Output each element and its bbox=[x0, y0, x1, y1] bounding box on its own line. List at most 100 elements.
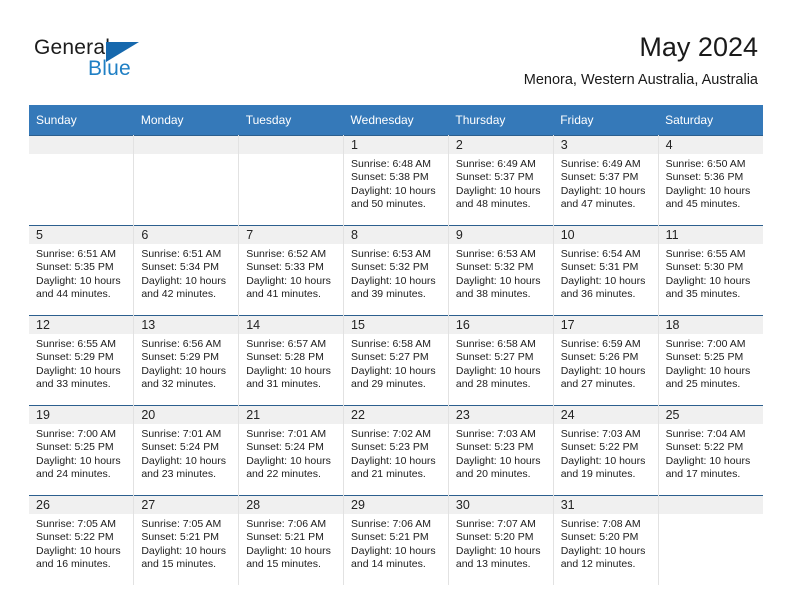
daylight-duration-line2: and 47 minutes. bbox=[560, 198, 636, 211]
day-details: Sunrise: 6:51 AM Sunset: 5:34 PM Daylight:… bbox=[134, 244, 238, 302]
calendar-day-cell[interactable]: 29 Sunrise: 7:06 AM Sunset: 5:21 PM Dayligh… bbox=[343, 495, 449, 585]
day-number: 19 bbox=[29, 406, 134, 424]
calendar-day-cell[interactable]: 25 Sunrise: 7:04 AM Sunset: 5:22 PM Dayligh… bbox=[658, 405, 763, 496]
sunrise-time: Sunrise: 6:53 AM bbox=[455, 248, 536, 260]
day-cell-inner: 24 Sunrise: 7:03 AM Sunset: 5:22 PM Dayligh… bbox=[553, 406, 658, 495]
day-details: Sunrise: 6:55 AM Sunset: 5:29 PM Daylight:… bbox=[29, 334, 133, 392]
calendar-day-cell[interactable]: 9 Sunrise: 6:53 AM Sunset: 5:32 PM Daylight… bbox=[448, 225, 554, 316]
calendar-day-cell[interactable]: 8 Sunrise: 6:53 AM Sunset: 5:32 PM Daylight… bbox=[343, 225, 449, 316]
calendar-empty-cell bbox=[133, 135, 240, 226]
day-cell-inner: 30 Sunrise: 7:07 AM Sunset: 5:20 PM Dayligh… bbox=[448, 496, 553, 585]
day-cell-inner: 28 Sunrise: 7:06 AM Sunset: 5:21 PM Dayligh… bbox=[239, 496, 344, 585]
sunset-time: Sunset: 5:21 PM bbox=[351, 531, 429, 544]
calendar-day-cell[interactable]: 19 Sunrise: 7:00 AM Sunset: 5:25 PM Dayligh… bbox=[29, 405, 135, 496]
day-number: 13 bbox=[134, 316, 239, 334]
calendar-day-cell[interactable]: 1 Sunrise: 6:48 AM Sunset: 5:38 PM Daylight… bbox=[343, 135, 449, 226]
sunrise-time: Sunrise: 6:52 AM bbox=[246, 248, 327, 260]
sunrise-time: Sunrise: 6:49 AM bbox=[455, 158, 536, 170]
daylight-duration-line2: and 33 minutes. bbox=[36, 378, 111, 391]
daylight-duration-line1: Daylight: 10 hours bbox=[665, 274, 751, 287]
calendar-day-cell[interactable]: 22 Sunrise: 7:02 AM Sunset: 5:23 PM Dayligh… bbox=[343, 405, 449, 496]
calendar-day-cell[interactable]: 27 Sunrise: 7:05 AM Sunset: 5:21 PM Dayligh… bbox=[133, 495, 240, 585]
calendar-day-cell[interactable]: 4 Sunrise: 6:50 AM Sunset: 5:36 PM Daylight… bbox=[658, 135, 763, 226]
sunrise-time: Sunrise: 7:08 AM bbox=[560, 518, 641, 530]
calendar-day-cell[interactable]: 3 Sunrise: 6:49 AM Sunset: 5:37 PM Daylight… bbox=[553, 135, 659, 226]
day-cell-inner bbox=[29, 136, 134, 225]
day-details: Sunrise: 6:59 AM Sunset: 5:26 PM Daylight:… bbox=[554, 334, 658, 392]
daylight-duration-line1: Daylight: 10 hours bbox=[455, 544, 541, 557]
day-details: Sunrise: 6:55 AM Sunset: 5:30 PM Daylight:… bbox=[659, 244, 763, 302]
calendar-day-cell[interactable]: 23 Sunrise: 7:03 AM Sunset: 5:23 PM Dayligh… bbox=[448, 405, 554, 496]
daylight-duration-line2: and 36 minutes. bbox=[560, 288, 636, 301]
calendar-day-cell[interactable]: 17 Sunrise: 6:59 AM Sunset: 5:26 PM Dayligh… bbox=[553, 315, 659, 406]
sunset-time: Sunset: 5:32 PM bbox=[455, 261, 534, 274]
sunrise-time: Sunrise: 6:53 AM bbox=[351, 248, 431, 260]
page-subtitle: Menora, Western Australia, Australia bbox=[523, 72, 758, 88]
day-cell-inner: 31 Sunrise: 7:08 AM Sunset: 5:20 PM Dayligh… bbox=[553, 496, 658, 585]
calendar-day-cell[interactable]: 12 Sunrise: 6:55 AM Sunset: 5:29 PM Dayligh… bbox=[29, 315, 135, 406]
daylight-duration-line1: Daylight: 10 hours bbox=[141, 364, 226, 377]
sunrise-time: Sunrise: 6:51 AM bbox=[141, 248, 222, 260]
calendar-grid: Sunday Monday Tuesday Wednesday Thursday… bbox=[29, 105, 763, 585]
day-number: 29 bbox=[344, 496, 448, 514]
sunrise-time: Sunrise: 6:54 AM bbox=[560, 248, 641, 260]
sunrise-time: Sunrise: 7:05 AM bbox=[141, 518, 222, 530]
day-cell-inner bbox=[134, 136, 239, 225]
day-cell-inner: 2 Sunrise: 6:49 AM Sunset: 5:37 PM Daylight… bbox=[448, 136, 553, 225]
calendar-day-cell[interactable]: 5 Sunrise: 6:51 AM Sunset: 5:35 PM Daylight… bbox=[29, 225, 135, 316]
daylight-duration-line2: and 19 minutes. bbox=[560, 468, 636, 481]
sunset-time: Sunset: 5:32 PM bbox=[351, 261, 429, 274]
calendar-day-cell[interactable]: 16 Sunrise: 6:58 AM Sunset: 5:27 PM Dayligh… bbox=[448, 315, 554, 406]
day-number: 23 bbox=[448, 406, 553, 424]
calendar-day-cell[interactable]: 18 Sunrise: 7:00 AM Sunset: 5:25 PM Dayligh… bbox=[658, 315, 763, 406]
calendar-day-cell[interactable]: 24 Sunrise: 7:03 AM Sunset: 5:22 PM Dayligh… bbox=[553, 405, 659, 496]
calendar-header-row: Sunday Monday Tuesday Wednesday Thursday… bbox=[29, 105, 763, 136]
day-cell-inner: 3 Sunrise: 6:49 AM Sunset: 5:37 PM Daylight… bbox=[553, 136, 658, 225]
sunset-time: Sunset: 5:30 PM bbox=[665, 261, 744, 274]
daylight-duration-line1: Daylight: 10 hours bbox=[351, 274, 436, 287]
calendar-day-cell[interactable]: 30 Sunrise: 7:07 AM Sunset: 5:20 PM Dayligh… bbox=[448, 495, 554, 585]
day-details: Sunrise: 6:57 AM Sunset: 5:28 PM Daylight:… bbox=[239, 334, 343, 392]
calendar-day-cell[interactable]: 21 Sunrise: 7:01 AM Sunset: 5:24 PM Dayligh… bbox=[238, 405, 345, 496]
day-details: Sunrise: 7:00 AM Sunset: 5:25 PM Daylight:… bbox=[29, 424, 133, 482]
day-number: 14 bbox=[239, 316, 344, 334]
calendar-day-cell[interactable]: 10 Sunrise: 6:54 AM Sunset: 5:31 PM Dayligh… bbox=[553, 225, 659, 316]
calendar-day-cell[interactable]: 2 Sunrise: 6:49 AM Sunset: 5:37 PM Daylight… bbox=[448, 135, 554, 226]
day-number: 18 bbox=[658, 316, 763, 334]
daylight-duration-line1: Daylight: 10 hours bbox=[246, 454, 331, 467]
day-cell-inner: 21 Sunrise: 7:01 AM Sunset: 5:24 PM Dayligh… bbox=[239, 406, 344, 495]
sunset-time: Sunset: 5:23 PM bbox=[455, 441, 534, 454]
sunrise-time: Sunrise: 6:50 AM bbox=[665, 158, 746, 170]
calendar-day-cell[interactable]: 31 Sunrise: 7:08 AM Sunset: 5:20 PM Dayligh… bbox=[553, 495, 659, 585]
daylight-duration-line1: Daylight: 10 hours bbox=[141, 454, 226, 467]
day-cell-inner: 11 Sunrise: 6:55 AM Sunset: 5:30 PM Dayligh… bbox=[658, 226, 763, 315]
day-number: 3 bbox=[553, 136, 658, 154]
calendar-day-cell[interactable]: 14 Sunrise: 6:57 AM Sunset: 5:28 PM Dayligh… bbox=[238, 315, 345, 406]
day-number bbox=[239, 136, 344, 154]
daylight-duration-line1: Daylight: 10 hours bbox=[665, 184, 751, 197]
daylight-duration-line2: and 27 minutes. bbox=[560, 378, 636, 391]
sunset-time: Sunset: 5:36 PM bbox=[665, 171, 744, 184]
calendar-day-cell[interactable]: 26 Sunrise: 7:05 AM Sunset: 5:22 PM Dayligh… bbox=[29, 495, 135, 585]
day-details: Sunrise: 7:07 AM Sunset: 5:20 PM Daylight:… bbox=[449, 514, 553, 572]
day-cell-inner: 19 Sunrise: 7:00 AM Sunset: 5:25 PM Dayligh… bbox=[29, 406, 134, 495]
day-number bbox=[29, 136, 134, 154]
sunrise-time: Sunrise: 6:58 AM bbox=[455, 338, 536, 350]
day-cell-inner: 14 Sunrise: 6:57 AM Sunset: 5:28 PM Dayligh… bbox=[239, 316, 344, 405]
calendar-day-cell[interactable]: 13 Sunrise: 6:56 AM Sunset: 5:29 PM Dayligh… bbox=[133, 315, 240, 406]
calendar-empty-cell bbox=[238, 135, 345, 226]
calendar-day-cell[interactable]: 6 Sunrise: 6:51 AM Sunset: 5:34 PM Daylight… bbox=[133, 225, 240, 316]
general-blue-logo[interactable]: General Blue bbox=[34, 36, 234, 86]
calendar-day-cell[interactable]: 7 Sunrise: 6:52 AM Sunset: 5:33 PM Daylight… bbox=[238, 225, 345, 316]
daylight-duration-line1: Daylight: 10 hours bbox=[246, 274, 331, 287]
sunset-time: Sunset: 5:22 PM bbox=[560, 441, 639, 454]
day-details: Sunrise: 7:01 AM Sunset: 5:24 PM Daylight:… bbox=[239, 424, 343, 482]
calendar-day-cell[interactable]: 28 Sunrise: 7:06 AM Sunset: 5:21 PM Dayligh… bbox=[238, 495, 345, 585]
calendar-day-cell[interactable]: 20 Sunrise: 7:01 AM Sunset: 5:24 PM Dayligh… bbox=[133, 405, 240, 496]
calendar-day-cell[interactable]: 11 Sunrise: 6:55 AM Sunset: 5:30 PM Dayligh… bbox=[658, 225, 763, 316]
day-cell-inner: 16 Sunrise: 6:58 AM Sunset: 5:27 PM Dayligh… bbox=[448, 316, 553, 405]
calendar-day-cell[interactable]: 15 Sunrise: 6:58 AM Sunset: 5:27 PM Dayligh… bbox=[343, 315, 449, 406]
daylight-duration-line2: and 48 minutes. bbox=[455, 198, 531, 211]
day-details: Sunrise: 6:58 AM Sunset: 5:27 PM Daylight:… bbox=[344, 334, 448, 392]
daylight-duration-line2: and 35 minutes. bbox=[665, 288, 741, 301]
